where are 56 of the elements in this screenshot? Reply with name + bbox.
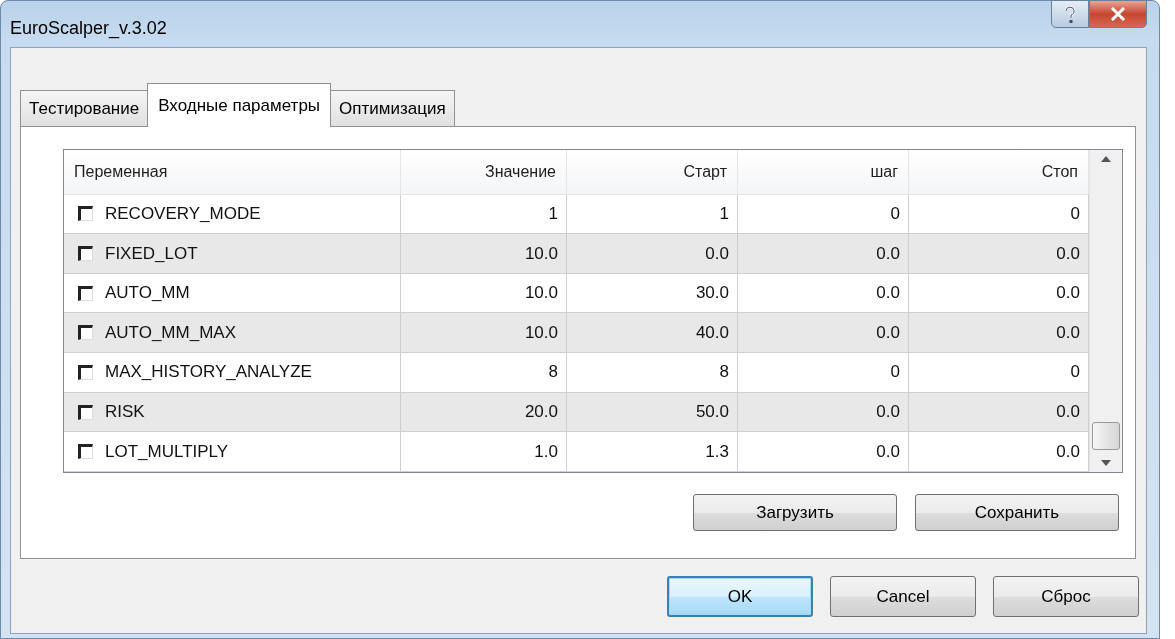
checkbox[interactable]	[78, 444, 93, 460]
checkbox[interactable]	[78, 325, 93, 341]
column-header[interactable]: Переменная	[64, 150, 401, 194]
window-title: EuroScalper_v.3.02	[10, 16, 168, 39]
table-cell: 10.0	[401, 313, 567, 353]
table-cell: 8	[401, 353, 567, 392]
table-cell: 10.0	[401, 273, 567, 313]
table-cell: 0.0	[738, 273, 909, 313]
table-cell: 0.0	[567, 234, 738, 273]
help-icon	[1064, 5, 1076, 23]
parameter-name: RECOVERY_MODE	[105, 203, 261, 224]
table-cell: 30.0	[567, 273, 738, 313]
table-cell: 50.0	[567, 392, 738, 432]
scroll-thumb[interactable]	[1092, 422, 1120, 450]
table-cell: 0.0	[738, 432, 909, 471]
scrollbar[interactable]	[1089, 150, 1122, 472]
close-button[interactable]	[1089, 0, 1147, 28]
checkbox[interactable]	[78, 285, 93, 301]
table-cell: 1	[401, 194, 567, 234]
table-cell: 1.3	[567, 432, 738, 471]
close-icon	[1110, 7, 1126, 21]
panel-button[interactable]: Сохранить	[915, 494, 1119, 531]
tab[interactable]: Тестирование	[20, 90, 149, 126]
table-cell: 1.0	[401, 432, 567, 471]
table-cell: 0	[738, 353, 909, 392]
table-cell: 8	[567, 353, 738, 392]
tab[interactable]: Входные параметры	[147, 83, 332, 127]
panel-button[interactable]: Загрузить	[693, 494, 897, 531]
parameter-name: AUTO_MM_MAX	[105, 322, 236, 343]
checkbox[interactable]	[78, 246, 93, 261]
column-header[interactable]: Значение	[401, 150, 567, 194]
dialog-button[interactable]: Cancel	[830, 576, 976, 617]
parameter-name: AUTO_MM	[105, 283, 190, 304]
parameter-name: FIXED_LOT	[105, 243, 198, 264]
table-cell: 0	[738, 194, 909, 234]
help-button[interactable]	[1051, 0, 1089, 28]
table-cell: 1	[567, 194, 738, 234]
column-header[interactable]: шаг	[738, 150, 909, 194]
parameter-name: LOT_MULTIPLY	[105, 441, 229, 462]
table-cell: 10.0	[401, 234, 567, 273]
dialog-button[interactable]: Сброс	[993, 576, 1139, 617]
table-cell: 0.0	[738, 234, 909, 273]
column-header[interactable]: Старт	[567, 150, 738, 194]
checkbox[interactable]	[78, 404, 93, 420]
parameter-name: RISK	[105, 402, 145, 422]
scroll-up-icon[interactable]	[1101, 156, 1111, 162]
table-cell: 20.0	[401, 392, 567, 432]
tab[interactable]: Оптимизация	[330, 90, 455, 126]
table-cell: 0.0	[738, 313, 909, 353]
table-cell: 40.0	[567, 313, 738, 353]
checkbox[interactable]	[78, 206, 93, 222]
parameter-name: MAX_HISTORY_ANALYZE	[105, 362, 312, 383]
table-cell: 0.0	[738, 392, 909, 432]
checkbox[interactable]	[78, 364, 93, 380]
dialog-button[interactable]: OK	[667, 576, 813, 617]
scroll-down-icon[interactable]	[1101, 460, 1111, 466]
